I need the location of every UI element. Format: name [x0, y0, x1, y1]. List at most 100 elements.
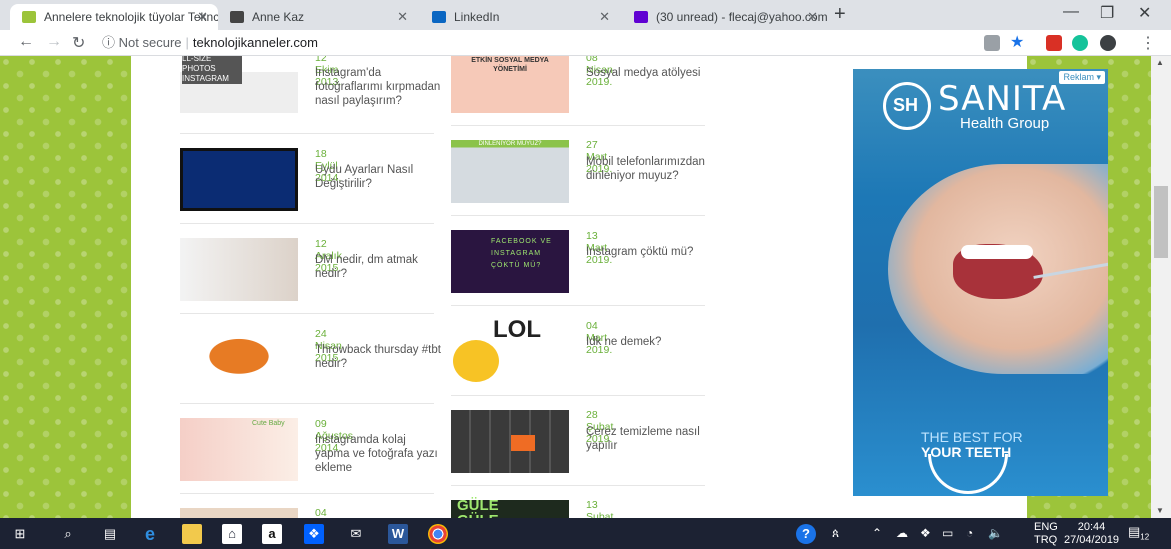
post-thumbnail[interactable]: GÜLE GÜLE: [451, 498, 569, 518]
scroll-up-arrow-icon[interactable]: ▲: [1156, 58, 1164, 67]
post-thumbnail[interactable]: ETKİN SOSYAL MEDYA YÖNETİMİ: [451, 56, 569, 113]
ad-brand: SANITA: [938, 79, 1067, 119]
tab-anne-kaz[interactable]: Anne Kaz ✕: [218, 4, 418, 30]
notification-center-icon[interactable]: ▤12: [1128, 524, 1149, 542]
tray-chevron-icon[interactable]: ⌃: [872, 526, 882, 540]
clock-time: 20:44: [1077, 521, 1106, 533]
post-title[interactable]: Idk ne demek?: [586, 335, 714, 349]
amazon-icon[interactable]: a: [262, 524, 282, 544]
back-arrow-icon[interactable]: ←: [18, 33, 34, 51]
translate-icon[interactable]: [984, 35, 1000, 51]
onedrive-icon[interactable]: ☁: [896, 526, 908, 540]
divider: [451, 125, 705, 126]
search-icon[interactable]: ⌕: [58, 524, 78, 544]
battery-icon[interactable]: ▭: [942, 526, 953, 540]
anne-kaz-favicon-icon: [230, 11, 244, 23]
restore-button[interactable]: ❐: [1100, 3, 1114, 23]
file-explorer-icon[interactable]: [182, 524, 202, 544]
divider: [451, 395, 705, 396]
post-thumbnail[interactable]: DİNLENİYOR MUYUZ?: [451, 140, 569, 203]
wifi-icon[interactable]: ◔: [966, 526, 973, 540]
post-title[interactable]: Mobil telefonlarımızdan dinleniyor muyuz…: [586, 155, 714, 183]
post-title[interactable]: Instagram'da fotoğraflarımı kırpmadan na…: [315, 66, 443, 108]
post-thumbnail[interactable]: [180, 508, 298, 518]
help-icon[interactable]: ?: [796, 524, 816, 544]
tab-teknolojik-anneler[interactable]: Annelere teknolojik tüyolar Teknc ✕: [10, 4, 218, 30]
page-scrollbar[interactable]: ▲ ▼: [1151, 56, 1171, 518]
close-window-button[interactable]: ✕: [1138, 3, 1151, 23]
divider: [451, 215, 705, 216]
volume-icon[interactable]: 🔈: [988, 526, 1003, 540]
post-thumbnail[interactable]: [180, 328, 298, 391]
browser-toolbar: ← → ↻ ⓘ Not secure | teknolojikanneler.com…: [0, 30, 1171, 56]
chrome-icon[interactable]: [428, 524, 448, 544]
reload-icon[interactable]: ↻: [72, 33, 85, 53]
yahoo-mail-icon: [634, 11, 648, 23]
start-windows-icon[interactable]: ⊞: [10, 524, 30, 544]
mail-icon[interactable]: ✉: [346, 524, 366, 544]
not-secure-label: Not secure: [118, 35, 182, 50]
word-icon[interactable]: W: [388, 524, 408, 544]
tab-title: Anne Kaz: [252, 10, 305, 24]
post-thumbnail[interactable]: [180, 148, 298, 211]
tab-linkedin[interactable]: LinkedIn ✕: [420, 4, 620, 30]
people-icon[interactable]: ጰ: [832, 526, 839, 541]
close-tab-icon[interactable]: ✕: [599, 4, 610, 30]
minimize-button[interactable]: —: [1063, 3, 1079, 21]
tab-title: Annelere teknolojik tüyolar Teknc: [44, 10, 218, 24]
clock-date: 27/04/2019: [1064, 534, 1120, 546]
post-thumbnail[interactable]: LOL: [451, 316, 569, 382]
dropbox-tray-icon[interactable]: ❖: [920, 526, 931, 540]
post-date: 13 Şubat 2019.: [586, 499, 614, 518]
divider: [180, 313, 434, 314]
close-tab-icon[interactable]: ✕: [197, 4, 208, 30]
language-indicator[interactable]: ENG TRQ: [1034, 521, 1058, 547]
post-title[interactable]: Instagram çöktü mü?: [586, 245, 714, 259]
post-thumbnail[interactable]: [451, 410, 569, 473]
post-thumbnail[interactable]: Cute Baby: [180, 418, 298, 481]
post-thumbnail[interactable]: LL-SIZE PHOTOS INSTAGRAM: [180, 56, 298, 113]
linkedin-icon: [432, 11, 446, 23]
scroll-down-arrow-icon[interactable]: ▼: [1156, 506, 1164, 515]
post-thumbnail[interactable]: FACEBOOK VE INSTAGRAM ÇÖKTÜ MÜ?: [451, 230, 569, 293]
divider: [180, 223, 434, 224]
close-tab-icon[interactable]: ✕: [807, 4, 818, 30]
left-background-pattern: [0, 56, 131, 518]
edge-browser-icon[interactable]: e: [140, 524, 160, 544]
divider: [180, 133, 434, 134]
tab-title: LinkedIn: [454, 10, 500, 24]
scroll-thumb[interactable]: [1154, 186, 1168, 258]
laughing-emoji-icon: [453, 340, 499, 382]
profile-avatar-icon[interactable]: [1100, 35, 1116, 51]
bookmark-star-icon[interactable]: ★: [1010, 35, 1026, 51]
task-view-icon[interactable]: ▤: [100, 524, 120, 544]
grammarly-extension-icon[interactable]: [1072, 35, 1088, 51]
smile-logo-icon: [928, 454, 1008, 494]
divider: [180, 493, 434, 494]
system-clock[interactable]: 20:44 27/04/2019: [1064, 521, 1119, 547]
pdf-extension-icon[interactable]: [1046, 35, 1062, 51]
forward-arrow-icon[interactable]: →: [46, 33, 62, 51]
store-icon[interactable]: ⌂: [222, 524, 242, 544]
post-title[interactable]: Instagramda kolaj yapma ve fotoğrafa yaz…: [315, 433, 443, 475]
dropbox-icon[interactable]: ❖: [304, 524, 324, 544]
new-tab-button[interactable]: +: [834, 3, 846, 26]
divider: [451, 485, 705, 486]
post-title[interactable]: Çerez temizleme nasıl yapılır: [586, 425, 714, 453]
cart-key-icon: [511, 435, 535, 451]
content-area: LL-SIZE PHOTOS INSTAGRAM 12 Ekim 2013. I…: [131, 56, 1108, 518]
address-bar[interactable]: ⓘ Not secure | teknolojikanneler.com: [102, 33, 972, 53]
close-tab-icon[interactable]: ✕: [397, 4, 408, 30]
web-page: LL-SIZE PHOTOS INSTAGRAM 12 Ekim 2013. I…: [0, 56, 1151, 518]
menu-kebab-icon[interactable]: ⋮: [1140, 33, 1156, 53]
post-title[interactable]: Throwback thursday #tbt nedir?: [315, 343, 443, 371]
post-title[interactable]: Sosyal medya atölyesi: [586, 66, 714, 80]
sanita-ad-banner[interactable]: Reklam ▾ SANITA Health Group THE BEST FO…: [853, 69, 1108, 496]
sanita-logo-icon: [883, 82, 931, 130]
tab-strip: Annelere teknolojik tüyolar Teknc ✕ Anne…: [0, 0, 1171, 30]
post-title[interactable]: DM nedir, dm atmak nedir?: [315, 253, 443, 281]
post-title[interactable]: Uydu Ayarları Nasıl Değiştirilir?: [315, 163, 443, 191]
tab-yahoo-mail[interactable]: (30 unread) - flecaj@yahoo.com ✕: [622, 4, 828, 30]
info-icon[interactable]: ⓘ: [102, 35, 115, 50]
post-thumbnail[interactable]: [180, 238, 298, 301]
